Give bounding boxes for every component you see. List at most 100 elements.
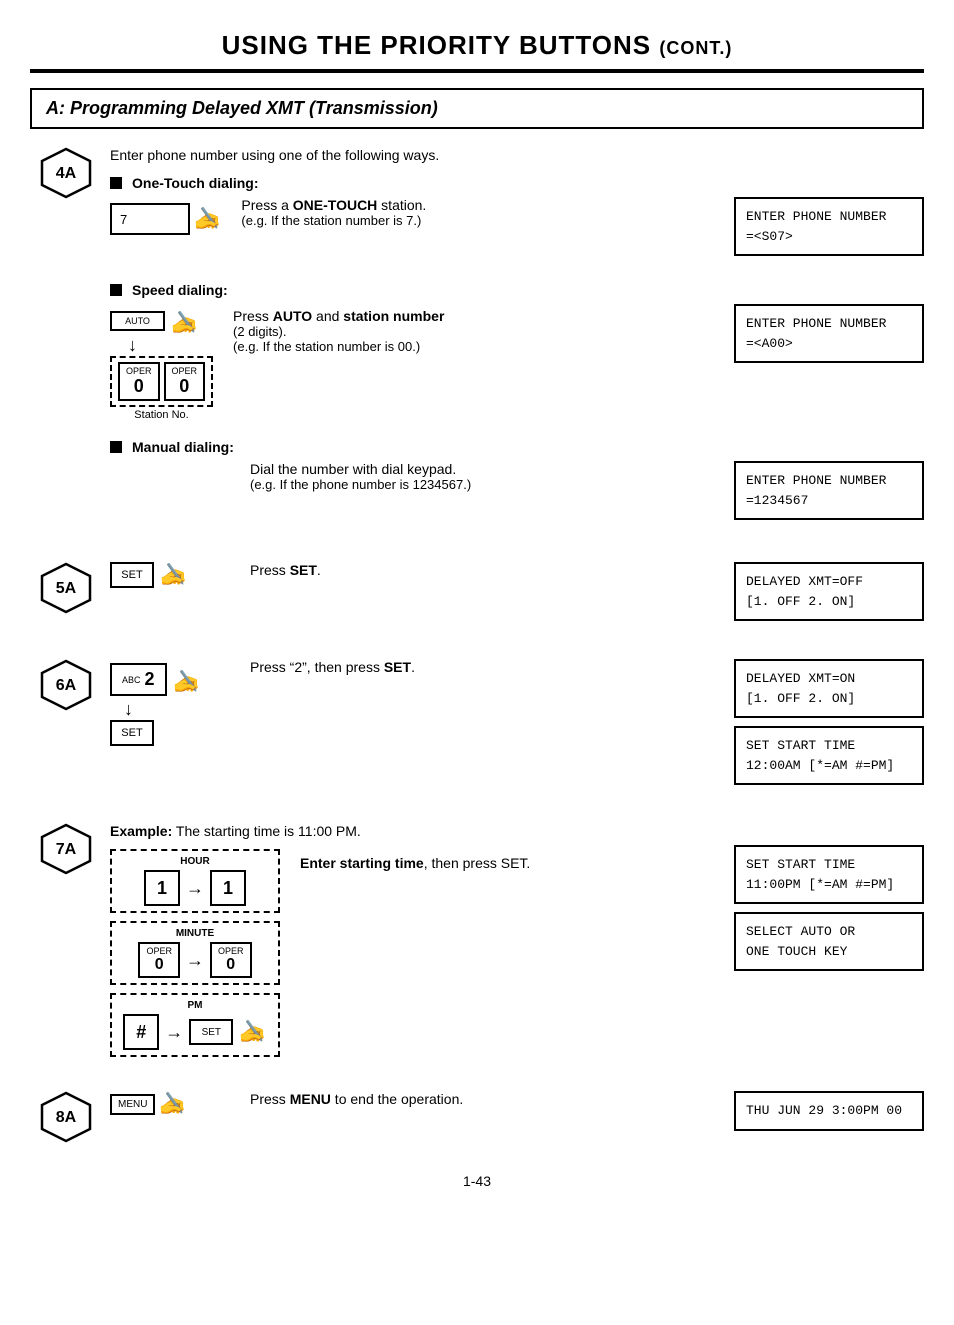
title-main-text: USING THE PRIORITY BUTTONS <box>222 30 652 60</box>
step-7a-instruction: Enter starting time, then press SET. <box>300 845 714 871</box>
badge-5a-icon: 5A <box>40 562 92 614</box>
min-key2: OPER 0 <box>210 942 252 978</box>
step-6a-instruction: Press “2”, then press SET. <box>250 659 714 675</box>
step-7a-example: Example: The starting time is 11:00 PM. <box>110 823 924 839</box>
station-key-2: OPER 0 <box>164 362 206 401</box>
abc2-button: ABC 2 <box>110 663 167 696</box>
step-8a: 8A MENU ✍ Press MENU to end the op <box>40 1091 924 1143</box>
step-5a-display: DELAYED XMT=OFF [1. OFF 2. ON] <box>734 562 924 621</box>
speed-instruction: Press AUTO and station number (2 digits)… <box>233 304 714 354</box>
onetouch-label: One-Touch dialing: <box>110 175 924 191</box>
manual-row: Dial the number with dial keypad. (e.g. … <box>110 461 924 528</box>
step-4a-content: Enter phone number using one of the foll… <box>110 147 924 532</box>
step-8a-display: THU JUN 29 3:00PM 00 <box>734 1091 924 1131</box>
onetouch-key-area: 7 ✍ <box>110 197 221 245</box>
bullet-icon <box>110 177 122 189</box>
step-5a-content: SET ✍ Press SET. DELAYED XMT=OFF [1. OFF… <box>110 562 924 629</box>
section-header: A: Programming Delayed XMT (Transmission… <box>30 88 924 129</box>
arrow-down-icon: ↓ <box>128 336 213 354</box>
hour-section: HOUR 1 → 1 <box>110 849 280 913</box>
bullet-icon <box>110 284 122 296</box>
arrow-right-hour: → <box>186 878 204 899</box>
step-7a-content: Example: The starting time is 11:00 PM. … <box>110 823 924 1061</box>
step-7a-display2: SELECT AUTO OR ONE TOUCH KEY <box>734 912 924 971</box>
hand-icon-7a: ✍ <box>239 1019 266 1045</box>
step-7a-illustration: HOUR 1 → 1 MINUTE O <box>110 849 280 1061</box>
step-6a-display1: DELAYED XMT=ON [1. OFF 2. ON] <box>734 659 924 718</box>
step-7a-main-row: HOUR 1 → 1 MINUTE O <box>110 845 924 1061</box>
onetouch-display: ENTER PHONE NUMBER =<S07> <box>734 197 924 256</box>
onetouch-example: (e.g. If the station number is 7.) <box>241 213 714 228</box>
page: USING THE PRIORITY BUTTONS (CONT.) A: Pr… <box>0 0 954 1325</box>
badge-8a-icon: 8A <box>40 1091 92 1143</box>
step-8a-badge: 8A <box>40 1091 92 1143</box>
station-keys: OPER 0 OPER 0 <box>110 356 213 407</box>
onetouch-bold: ONE-TOUCH <box>293 197 378 213</box>
onetouch-section: One-Touch dialing: 7 ✍ <box>110 175 924 264</box>
step-5a: 5A SET ✍ Press SET. DELAYED XMT=OFF [1. … <box>40 562 924 629</box>
hour-label: HOUR <box>120 856 270 867</box>
manual-label: Manual dialing: <box>110 439 924 455</box>
badge-7a-icon: 7A <box>40 823 92 875</box>
badge-6a-icon: 6A <box>40 659 92 711</box>
arrow-right-pm: → <box>165 1022 183 1043</box>
title-cont-text: (CONT.) <box>659 38 732 58</box>
badge-4a-icon: 4A <box>40 147 92 199</box>
station-no-label: Station No. <box>110 409 213 421</box>
min-key1: OPER 0 <box>138 942 180 978</box>
step-4a-intro: Enter phone number using one of the foll… <box>110 147 924 163</box>
step-5a-set-key-area: SET ✍ <box>110 562 230 588</box>
hand-icon: ✍ <box>194 206 221 232</box>
pm-keys-row: # → SET ✍ <box>120 1014 270 1050</box>
step-6a-display2: SET START TIME 12:00AM [*=AM #=PM] <box>734 726 924 785</box>
pm-key: # <box>123 1014 159 1050</box>
onetouch-instruction: Press a ONE-TOUCH station. <box>241 197 714 213</box>
pm-section: PM # → SET ✍ <box>110 993 280 1057</box>
section-header-text: A: Programming Delayed XMT (Transmission… <box>46 98 438 118</box>
minute-section: MINUTE OPER 0 → OPER 0 <box>110 921 280 985</box>
manual-instruction: Dial the number with dial keypad. (e.g. … <box>250 461 714 492</box>
step-4a: 4A Enter phone number using one of the f… <box>40 147 924 532</box>
arrow-down-6a: ↓ <box>124 700 133 718</box>
svg-text:6A: 6A <box>56 677 77 694</box>
speed-dial-section: Speed dialing: AUTO ✍ ↓ <box>110 282 924 421</box>
svg-text:5A: 5A <box>56 580 77 597</box>
svg-text:7A: 7A <box>56 841 77 858</box>
set-key-row-5a: SET ✍ <box>110 562 230 588</box>
hand-icon-speed: ✍ <box>171 310 198 336</box>
menu-key-row: MENU ✍ <box>110 1091 230 1117</box>
step-6a-badge: 6A <box>40 659 92 711</box>
minute-label: MINUTE <box>120 928 270 939</box>
pm-label: PM <box>120 1000 270 1011</box>
onetouch-instruction-area: Press a ONE-TOUCH station. (e.g. If the … <box>241 197 714 228</box>
hour-keys-row: 1 → 1 <box>120 870 270 906</box>
menu-button: MENU <box>110 1094 155 1115</box>
page-footer: 1-43 <box>30 1173 924 1189</box>
hand-icon-6a: ✍ <box>173 669 200 695</box>
speed-dial-keys: AUTO ✍ ↓ OPER 0 OP <box>110 310 213 421</box>
step-4a-badge: 4A <box>40 147 92 199</box>
speed-row: AUTO ✍ ↓ OPER 0 OP <box>110 304 924 421</box>
onetouch-key-row: 7 ✍ <box>110 203 221 235</box>
minute-keys-row: OPER 0 → OPER 0 <box>120 942 270 978</box>
step-6a: 6A ABC 2 ✍ ↓ SET <box>40 659 924 793</box>
title-divider <box>30 69 924 73</box>
bullet-icon <box>110 441 122 453</box>
set-button-6a: SET <box>110 720 154 746</box>
step-8a-menu-area: MENU ✍ <box>110 1091 230 1117</box>
set-key-7a: SET <box>189 1019 233 1045</box>
speed-display: ENTER PHONE NUMBER =<A00> <box>734 304 924 363</box>
svg-text:8A: 8A <box>56 1109 77 1126</box>
onetouch-key: 7 <box>110 203 190 235</box>
step-8a-content: MENU ✍ Press MENU to end the operation. … <box>110 1091 924 1139</box>
step-7a-displays: SET START TIME 11:00PM [*=AM #=PM] SELEC… <box>734 845 924 979</box>
step-7a-badge: 7A <box>40 823 92 875</box>
hour-key2: 1 <box>210 870 246 906</box>
speed-label: Speed dialing: <box>110 282 924 298</box>
hand-icon-8a: ✍ <box>159 1091 186 1117</box>
hand-icon-5a: ✍ <box>160 562 187 588</box>
steps-container: 4A Enter phone number using one of the f… <box>30 147 924 1143</box>
step-6a-displays: DELAYED XMT=ON [1. OFF 2. ON] SET START … <box>734 659 924 793</box>
step-8a-instruction: Press MENU to end the operation. <box>250 1091 714 1107</box>
step-5a-instruction: Press SET. <box>250 562 714 578</box>
